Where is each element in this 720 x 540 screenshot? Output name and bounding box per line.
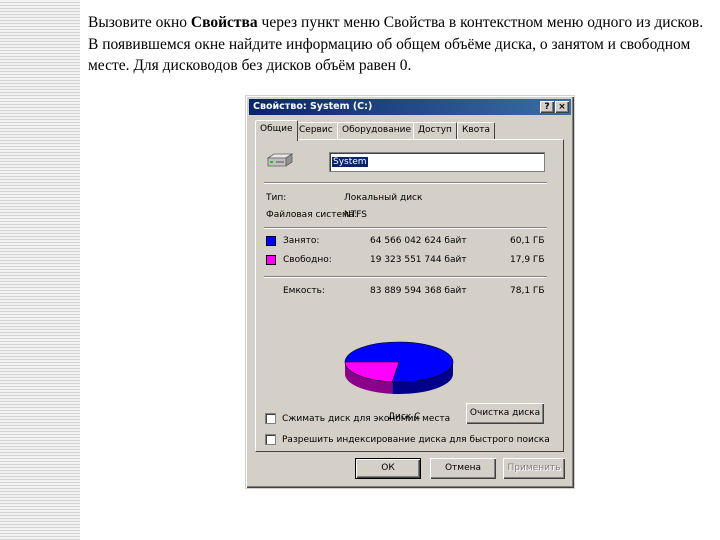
instruction-text: Вызовите окно Свойства через пункт меню … <box>88 14 704 74</box>
tab-general[interactable]: Общие <box>255 120 298 141</box>
free-bytes: 19 323 551 744 байт <box>370 255 467 265</box>
tab-tools[interactable]: Сервис <box>294 122 338 139</box>
capacity-label: Емкость: <box>283 286 325 296</box>
apply-button[interactable]: Применить <box>503 458 565 479</box>
dialog-title: Свойство: System (C:) <box>253 101 373 112</box>
decorative-stripe <box>0 0 80 540</box>
cancel-button[interactable]: Отмена <box>430 458 496 479</box>
ok-button[interactable]: ОК <box>355 458 421 479</box>
index-label[interactable]: Разрешить индексирование диска для быстр… <box>282 435 550 445</box>
drive-name-input[interactable]: System <box>329 152 545 172</box>
used-label: Занято: <box>283 236 320 246</box>
separator <box>264 182 547 184</box>
type-value: Локальный диск <box>344 193 423 203</box>
tab-hardware[interactable]: Оборудование <box>337 122 416 139</box>
help-button[interactable]: ? <box>540 101 554 113</box>
separator <box>264 227 547 229</box>
dialog-titlebar[interactable]: Свойство: System (C:) ? × <box>249 99 571 115</box>
general-panel: System Тип: Локальный диск Файловая сист… <box>255 139 564 452</box>
used-size: 60,1 ГБ <box>510 236 545 246</box>
disk-usage-pie <box>344 341 454 394</box>
compress-label[interactable]: Сжимать диск для экономии места <box>282 414 450 424</box>
type-label: Тип: <box>266 193 287 203</box>
tab-quota[interactable]: Квота <box>457 122 495 139</box>
filesystem-value: NTFS <box>344 210 367 220</box>
hard-drive-icon <box>266 153 294 167</box>
properties-dialog: Свойство: System (C:) ? × Общие Сервис О… <box>245 95 575 489</box>
free-color-swatch <box>266 255 276 265</box>
compress-checkbox[interactable] <box>265 413 276 424</box>
index-checkbox[interactable] <box>265 434 276 445</box>
separator <box>264 276 547 278</box>
tab-sharing[interactable]: Доступ <box>413 122 457 139</box>
free-size: 17,9 ГБ <box>510 255 545 265</box>
capacity-size: 78,1 ГБ <box>510 286 545 296</box>
close-button[interactable]: × <box>555 101 569 113</box>
free-label: Свободно: <box>283 255 332 265</box>
disk-cleanup-button[interactable]: Очистка диска <box>466 403 544 424</box>
instruction-bold: Свойства <box>190 14 258 31</box>
used-bytes: 64 566 042 624 байт <box>370 236 467 246</box>
used-color-swatch <box>266 236 276 246</box>
capacity-bytes: 83 889 594 368 байт <box>370 286 467 296</box>
